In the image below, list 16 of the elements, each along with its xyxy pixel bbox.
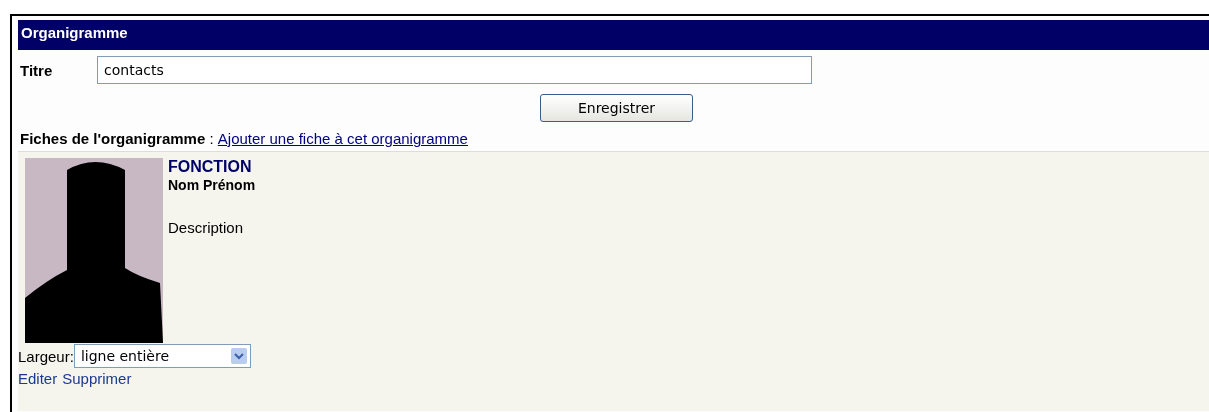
caret-icon	[230, 348, 247, 364]
width-label: Largeur:	[18, 347, 74, 365]
width-dropdown[interactable]: ligne entière	[73, 344, 251, 368]
function-title: FONCTION	[168, 158, 253, 176]
field-label: Titre	[19, 61, 54, 79]
person-silhouette-icon	[25, 158, 163, 343]
title-field[interactable]: contacts	[97, 56, 812, 84]
add-card-link[interactable]: Ajouter une fiche à cet organigramme	[217, 130, 468, 147]
person-name: Nom Prénom	[168, 177, 256, 193]
description-text: Description	[168, 219, 245, 236]
separator-text: :	[208, 130, 215, 147]
action-link[interactable]: Supprimer	[62, 370, 132, 387]
section-label: Fiches de l'organigramme	[20, 130, 206, 147]
save-button[interactable]: Enregistrer	[540, 94, 693, 122]
action-link[interactable]: Editer	[18, 370, 58, 387]
page-title: Organigramme	[21, 24, 128, 41]
